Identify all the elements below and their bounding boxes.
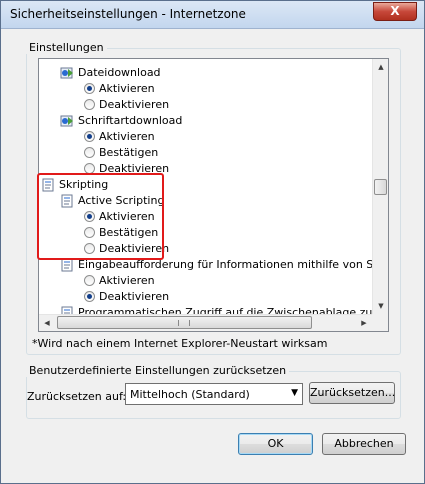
reset-group-label: Benutzerdefinierte Einstellungen zurücks…	[26, 364, 290, 377]
title-bar[interactable]: Sicherheitseinstellungen - Internetzone …	[1, 1, 424, 29]
radio-unselected-icon[interactable]	[84, 147, 95, 158]
horizontal-scroll-thumb[interactable]	[57, 316, 312, 329]
radio-unselected-icon[interactable]	[84, 275, 95, 286]
scroll-right-arrow-icon[interactable]: ▶	[356, 315, 372, 331]
setting-label: Programmatischen Zugriff auf die Zwische…	[78, 306, 372, 314]
reset-to-label: Zurücksetzen auf:	[27, 390, 127, 403]
cancel-button[interactable]: Abbrechen	[322, 433, 406, 455]
skripting-highlight-box	[37, 173, 164, 260]
setting-label: Deaktivieren	[99, 98, 170, 111]
scroll-grip-icon	[178, 320, 190, 326]
setting-label: Dateidownload	[78, 66, 161, 79]
vertical-scrollbar[interactable]: ▲ ▼	[372, 59, 388, 314]
reset-button[interactable]: Zurücksetzen...	[309, 382, 395, 404]
close-icon: X	[390, 4, 400, 18]
ok-button[interactable]: OK	[238, 433, 313, 455]
radio-selected-icon[interactable]	[84, 131, 95, 142]
settings-group-label: Einstellungen	[26, 41, 107, 54]
script-document-icon	[61, 306, 73, 314]
horizontal-scrollbar[interactable]: ◀ ▶	[39, 314, 372, 331]
scroll-left-arrow-icon[interactable]: ◀	[39, 315, 55, 331]
setting-label: Aktivieren	[99, 274, 155, 287]
chevron-down-icon: ▼	[291, 388, 298, 398]
radio-selected-icon[interactable]	[84, 291, 95, 302]
security-level-value: Mittelhoch (Standard)	[130, 388, 250, 401]
setting-label: Bestätigen	[99, 146, 159, 159]
setting-label: Schriftartdownload	[78, 114, 183, 127]
setting-label: Aktivieren	[99, 82, 155, 95]
close-button[interactable]: X	[373, 2, 417, 21]
restart-note: *Wird nach einem Internet Explorer-Neust…	[32, 337, 328, 350]
window-title: Sicherheitseinstellungen - Internetzone	[10, 7, 246, 21]
vertical-scroll-thumb[interactable]	[374, 179, 387, 195]
radio-unselected-icon[interactable]	[84, 99, 95, 110]
settings-category-icon	[60, 67, 73, 79]
security-level-select[interactable]: Mittelhoch (Standard) ▼	[125, 383, 303, 405]
radio-selected-icon[interactable]	[84, 83, 95, 94]
scroll-down-arrow-icon[interactable]: ▼	[373, 298, 388, 314]
setting-label: Deaktivieren	[99, 290, 170, 303]
security-settings-dialog: Sicherheitseinstellungen - Internetzone …	[0, 0, 425, 484]
settings-category-icon	[60, 115, 73, 127]
scrollbar-corner	[372, 314, 388, 331]
setting-label: Aktivieren	[99, 130, 155, 143]
script-document-icon	[61, 258, 73, 272]
scroll-up-arrow-icon[interactable]: ▲	[373, 59, 388, 75]
